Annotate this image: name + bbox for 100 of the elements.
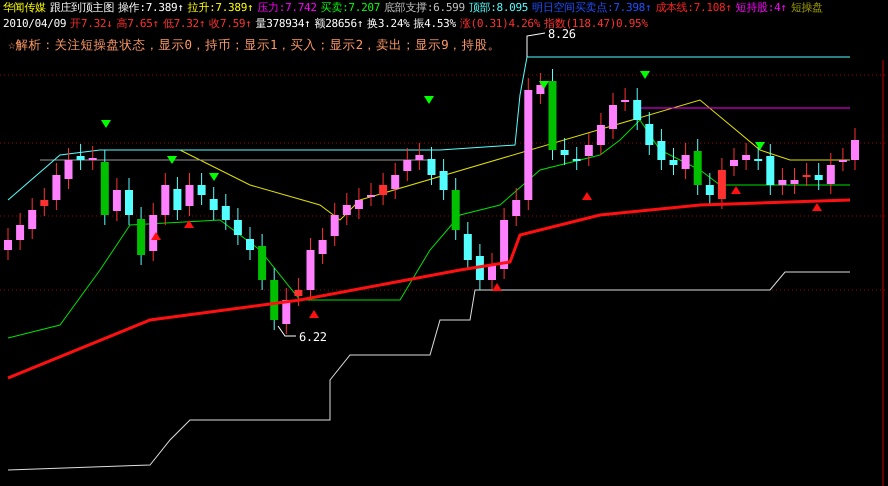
buy-signal-icon — [184, 220, 194, 228]
candlestick — [318, 228, 327, 264]
candlestick — [694, 138, 702, 196]
candlestick — [4, 228, 12, 260]
candlestick — [379, 172, 388, 206]
buy-signal-icon — [812, 203, 822, 211]
candlestick — [572, 146, 581, 170]
candlestick — [730, 148, 738, 176]
candlestick — [814, 162, 823, 190]
quote-field: 压力:7.742 — [257, 0, 317, 16]
quote-field: 买卖:7.207 — [320, 0, 380, 16]
candlestick — [452, 178, 460, 240]
candlestick — [706, 172, 714, 206]
candlestick — [754, 146, 762, 170]
candlestick — [584, 132, 593, 166]
candlestick — [778, 168, 786, 196]
candlestick — [633, 88, 642, 130]
candlestick — [16, 212, 24, 250]
candlestick — [609, 92, 617, 140]
quote-field: 短持股:4↑ — [736, 0, 787, 16]
candlestick — [838, 148, 847, 172]
price-field: 2010/04/09 — [3, 16, 66, 32]
candlestick — [851, 128, 859, 170]
candlestick — [415, 142, 424, 170]
quote-field: 华闻传媒 — [3, 0, 46, 16]
buy-signal-icon — [309, 310, 319, 318]
candlestick — [367, 182, 375, 206]
candlestick — [802, 162, 811, 186]
candlestick — [476, 244, 484, 290]
price-field: 低7.32↑ — [162, 16, 206, 32]
price-field: 额28656↑ — [314, 16, 364, 32]
candlestick — [766, 144, 774, 196]
leader-line — [526, 32, 546, 58]
candlestick — [657, 128, 666, 170]
sell-signal-icon — [424, 96, 434, 104]
price-field: 高7.65↑ — [116, 16, 159, 32]
buy-signal-icon — [492, 283, 502, 291]
candlestick — [670, 148, 678, 176]
candlestick — [790, 168, 798, 194]
candlestick — [52, 162, 60, 210]
quote-field: 操作:7.389↑ — [118, 0, 184, 16]
analysis-note: ☆解析：关注短操盘状态，显示0，持币；显示1，买入；显示2，卖出；显示9，持股。 — [8, 37, 501, 53]
candlestick — [149, 202, 158, 262]
sell-signal-icon — [167, 156, 177, 164]
candlestick — [210, 186, 218, 220]
candlestick — [500, 208, 508, 280]
candlestick — [488, 252, 496, 290]
sell-signal-icon — [209, 173, 219, 181]
price-field: 换3.24% — [367, 16, 410, 32]
candlestick — [282, 288, 290, 334]
price-field: 振4.53% — [413, 16, 456, 32]
price-field: 涨(0.31)4.26% — [460, 16, 540, 32]
candlestick — [173, 176, 182, 220]
candlestick — [342, 192, 351, 226]
candlestick — [270, 268, 278, 330]
sell-signal-icon — [755, 142, 765, 150]
candlestick — [40, 188, 48, 216]
candlestick — [294, 278, 302, 306]
candlestick — [137, 206, 146, 266]
candlestick — [76, 144, 85, 170]
candlestick — [222, 194, 230, 230]
candlestick — [440, 158, 448, 200]
candlestick — [88, 146, 97, 170]
price-field: 开7.32↓ — [70, 16, 113, 32]
sell-signal-icon — [539, 81, 549, 89]
price-field: 量378934↑ — [256, 16, 311, 32]
candlestick — [391, 162, 400, 200]
candlestick — [125, 178, 133, 226]
candlestick — [258, 234, 266, 290]
candlestick — [354, 188, 363, 220]
quote-field: 成本线:7.108↑ — [655, 0, 732, 16]
candlestick — [246, 226, 254, 260]
candlestick — [560, 138, 569, 166]
buy-signal-icon — [582, 192, 592, 200]
price-field: 收7.59↑ — [209, 16, 252, 32]
candlestick — [112, 178, 121, 222]
candlestick — [330, 202, 339, 246]
quote-field: 明日空间买卖点:7.398↑ — [532, 0, 652, 16]
quote-field: 拉升:7.389↑ — [188, 0, 254, 16]
candlestick — [428, 146, 436, 186]
candlestick — [826, 152, 835, 194]
candlestick — [306, 238, 314, 300]
candlestick — [596, 112, 605, 156]
quote-field: 底部支撑:6.599 — [384, 0, 465, 16]
candlestick — [718, 158, 726, 210]
candlestick — [28, 198, 36, 240]
sell-signal-icon — [640, 71, 650, 79]
candlestick — [742, 142, 750, 170]
buy-signal-icon — [731, 186, 741, 194]
sell-signal-icon — [101, 120, 111, 128]
candlestick — [64, 148, 72, 190]
candlestick — [645, 112, 654, 156]
quote-field: 短操盘 — [790, 0, 823, 16]
candlestick — [536, 72, 544, 104]
price-label: 6.22 — [299, 330, 327, 344]
quote-field: 顶部:8.095 — [468, 0, 528, 16]
candlestick — [621, 88, 630, 112]
candlestick — [403, 148, 412, 182]
candlestick — [682, 142, 690, 180]
leader-line — [278, 326, 296, 336]
